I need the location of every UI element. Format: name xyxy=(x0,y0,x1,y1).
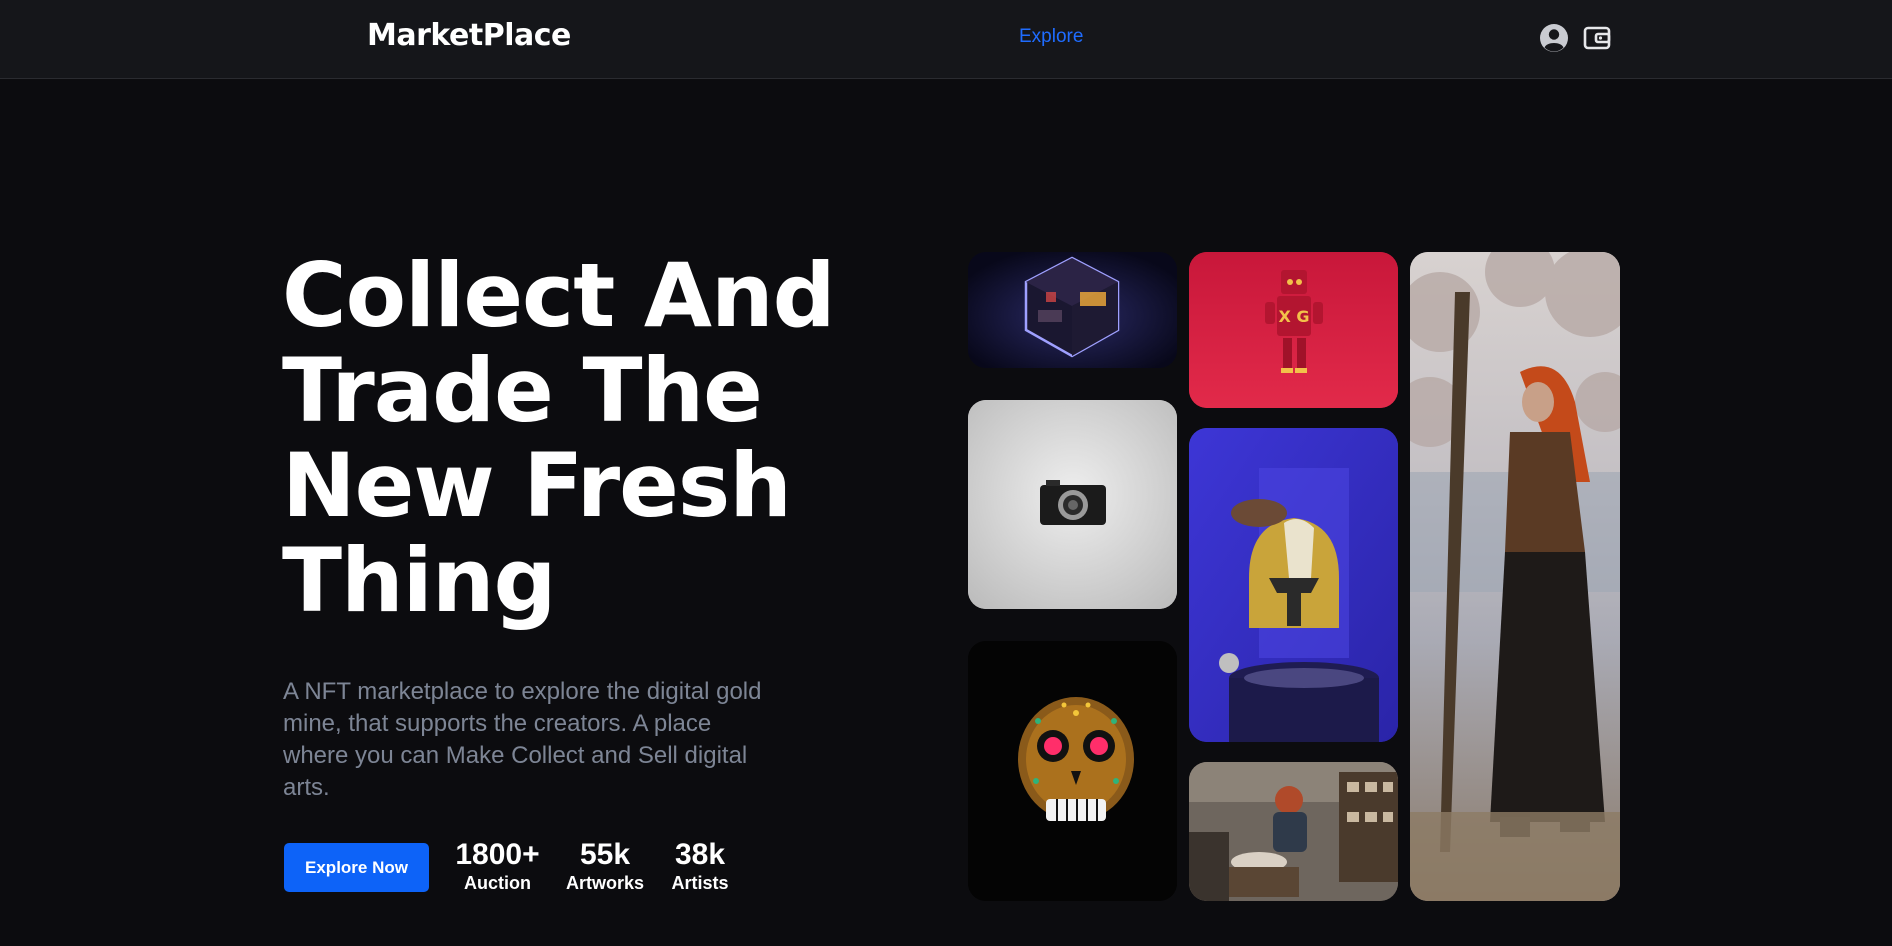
user-circle-icon[interactable] xyxy=(1538,22,1570,54)
nft-card-pottery-workshop[interactable] xyxy=(1189,762,1398,901)
top-navbar: MarketPlace Explore xyxy=(0,0,1892,79)
stats-group: 1800+ Auction 55k Artworks 38k Artists xyxy=(450,838,735,894)
hero-title-line: Trade The xyxy=(282,339,763,442)
nft-card-red-robot[interactable]: X G xyxy=(1189,252,1398,408)
stat-value: 38k xyxy=(674,838,726,871)
nft-card-camera[interactable] xyxy=(968,400,1177,609)
explore-now-button[interactable]: Explore Now xyxy=(284,843,429,892)
hero-title: Collect And Trade The New Fresh Thing xyxy=(282,248,902,628)
hero-description: A NFT marketplace to explore the digital… xyxy=(283,678,762,801)
stat-auction: 1800+ Auction xyxy=(450,838,545,894)
wallet-icon[interactable] xyxy=(1581,22,1613,54)
nft-card-golden-helmet[interactable] xyxy=(1189,428,1398,742)
nft-card-sugar-skull[interactable] xyxy=(968,641,1177,901)
brand-logo[interactable]: MarketPlace xyxy=(367,18,571,53)
stat-value: 55k xyxy=(579,838,631,871)
stat-value: 1800+ xyxy=(455,838,540,871)
nft-card-forest-warrior[interactable] xyxy=(1410,252,1620,901)
nav-link-explore[interactable]: Explore xyxy=(1019,26,1083,48)
nft-card-isometric-room[interactable] xyxy=(968,252,1177,368)
stat-artworks: 55k Artworks xyxy=(545,838,665,894)
stat-label: Auction xyxy=(464,873,531,893)
stat-label: Artists xyxy=(671,873,729,893)
stat-artists: 38k Artists xyxy=(665,838,735,894)
hero-title-line: Thing xyxy=(282,529,556,632)
hero-title-line: New Fresh xyxy=(282,434,792,537)
svg-text:X G: X G xyxy=(1278,307,1309,326)
stat-label: Artworks xyxy=(565,873,645,893)
hero-title-line: Collect And xyxy=(282,244,836,347)
